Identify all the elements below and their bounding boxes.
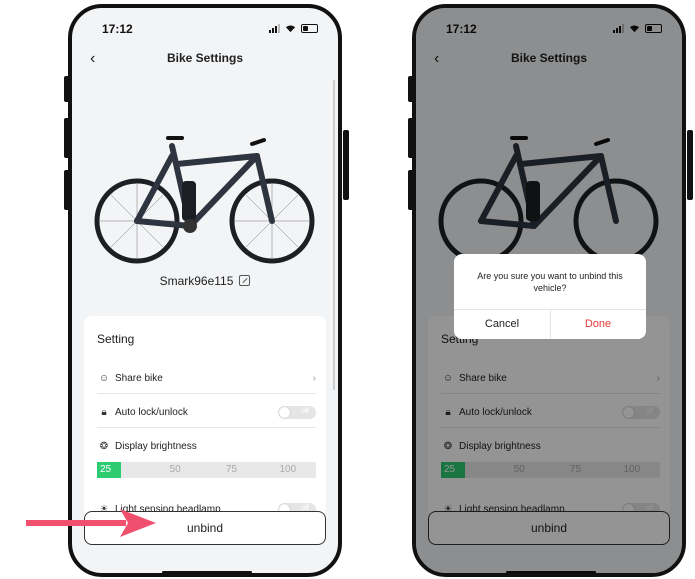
share-bike-label: Share bike [115,373,163,384]
settings-card: Setting ☺ Share bike › 🔒︎ Auto lock/unlo… [84,316,326,516]
display-brightness-label: Display brightness [115,440,197,452]
chevron-right-icon: › [312,373,316,384]
phone-screen-settings: 17:12 ‹ Bike Settings Smark96e115 Settin… [68,4,342,577]
unbind-confirm-dialog: Are you sure you want to unbind this veh… [454,254,646,339]
bike-name-row: Smark96e115 [72,274,338,288]
power-button [687,130,693,200]
phone-screen-dialog: 17:12 ‹ Bike Settings Setting ☺ Share bi… [412,4,686,577]
bike-name: Smark96e115 [159,274,234,288]
brightness-option-75[interactable]: 75 [203,462,259,478]
status-icons [269,24,318,33]
settings-title: Setting [97,332,135,346]
dialog-message: Are you sure you want to unbind this veh… [477,271,623,293]
auto-lock-label: Auto lock/unlock [115,407,188,418]
lock-icon: 🔒︎ [101,407,107,418]
display-brightness-row: ❂ Display brightness [97,431,316,461]
page-title: Bike Settings [166,51,244,65]
signal-icon [269,24,280,33]
bulb-icon: ❂ [99,440,109,452]
bike-image [94,136,315,264]
done-button[interactable]: Done [550,309,646,339]
auto-lock-toggle[interactable]: off [278,406,316,419]
edit-icon[interactable] [239,275,251,286]
status-bar: 17:12 [72,22,338,42]
share-icon: ☺ [98,373,110,384]
power-button [343,130,349,200]
cancel-button[interactable]: Cancel [454,309,550,339]
brightness-option-25[interactable]: 25 [97,462,121,478]
status-time: 17:12 [102,22,133,36]
scrollbar[interactable] [333,80,335,390]
share-bike-row[interactable]: ☺ Share bike › [97,364,316,394]
pointer-arrow-icon [26,509,156,537]
brightness-selector[interactable]: 25 50 75 100 [97,462,316,478]
brightness-option-50[interactable]: 50 [147,462,203,478]
auto-lock-row: 🔒︎ Auto lock/unlock off [97,398,316,428]
home-indicator [162,571,252,573]
navbar: ‹ Bike Settings [72,48,338,72]
brightness-option-100[interactable]: 100 [260,462,316,478]
battery-icon [301,24,318,33]
wifi-icon [285,25,296,33]
